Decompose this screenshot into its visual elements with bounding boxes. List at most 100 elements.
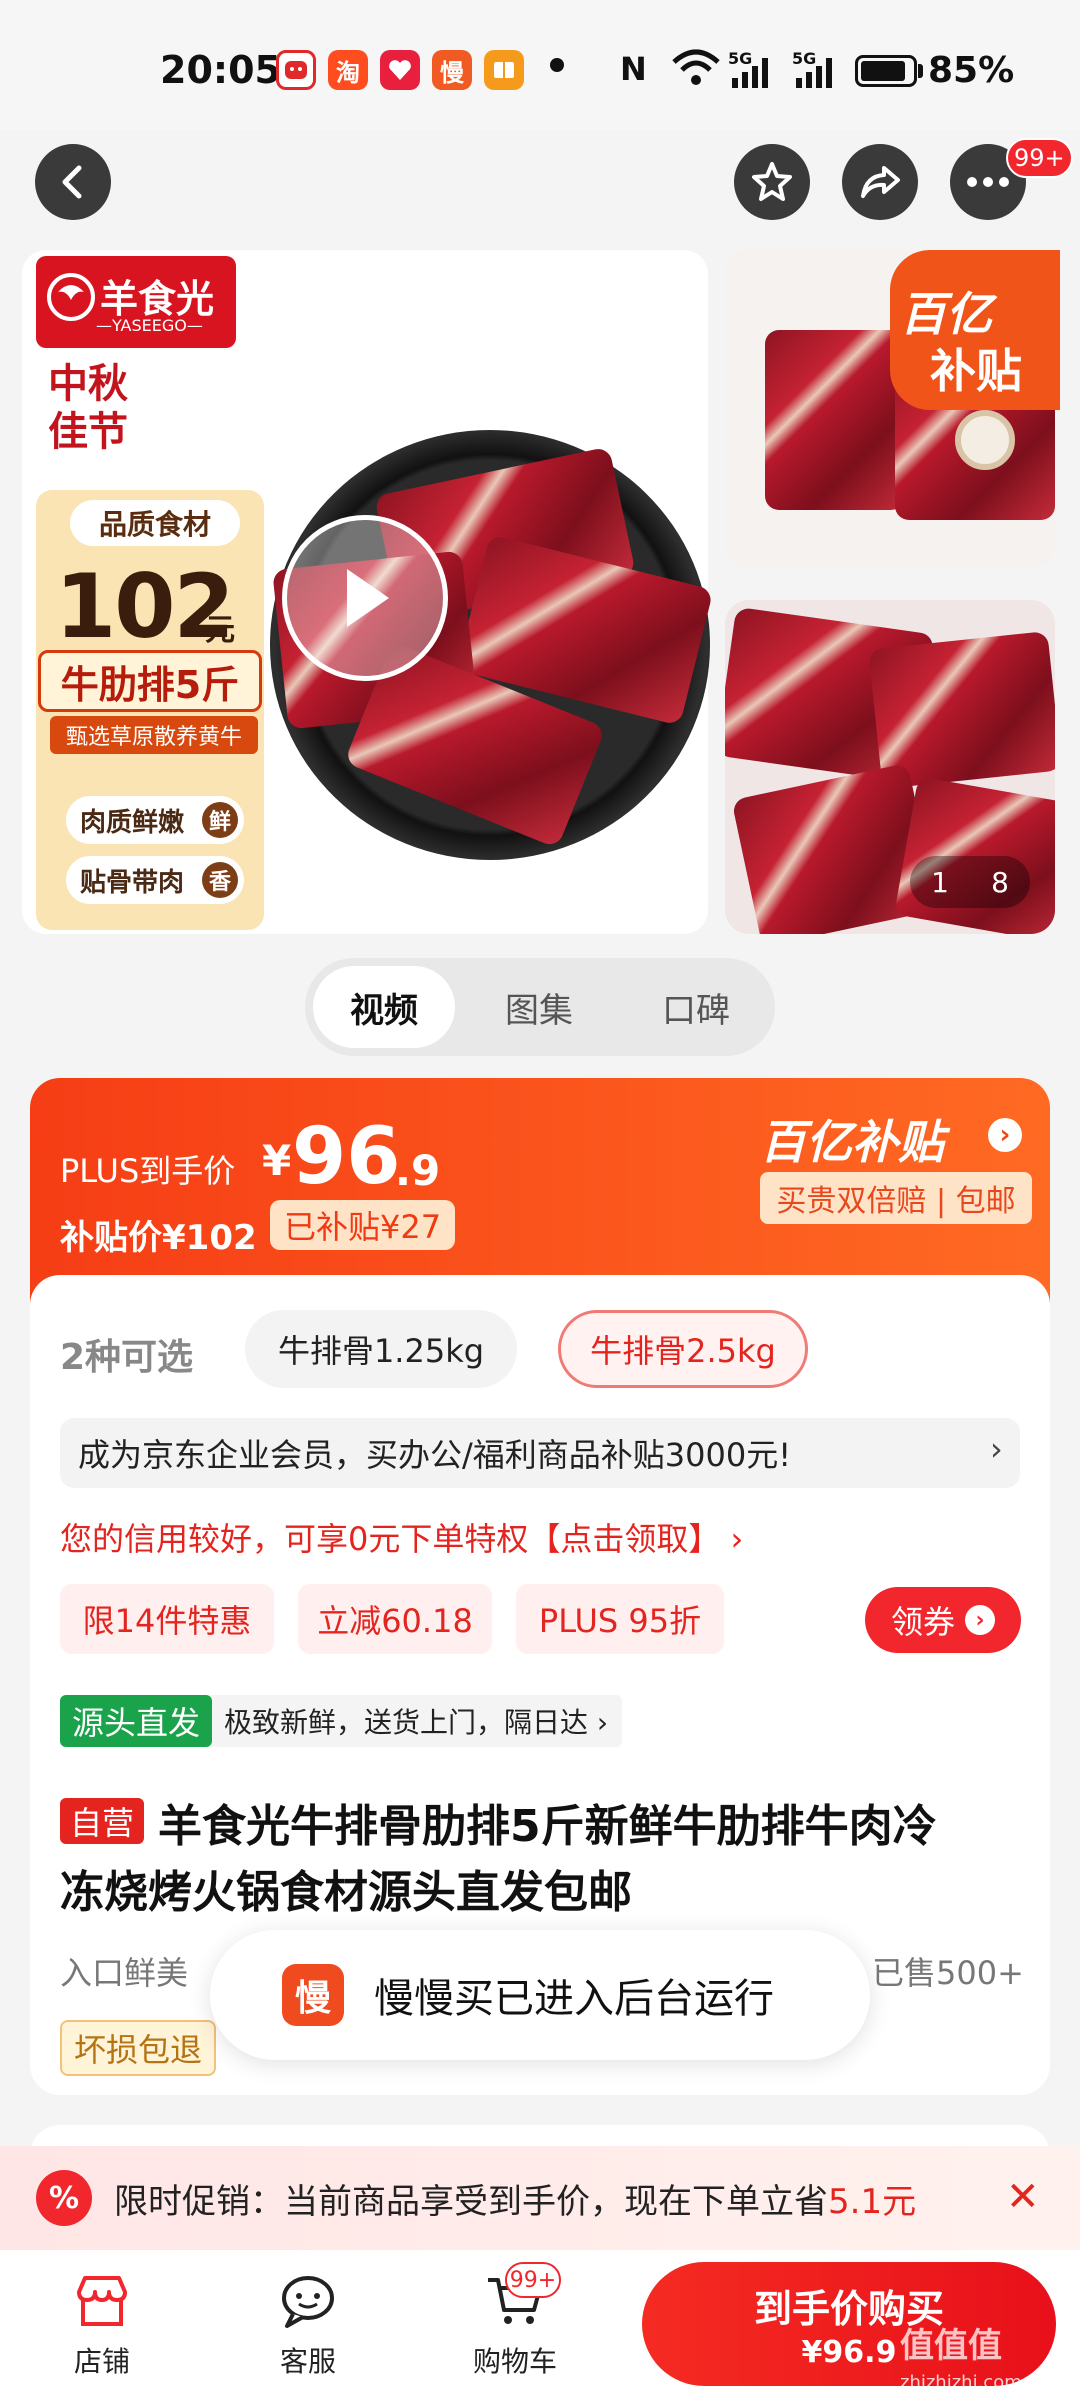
festival-line: 佳节 [48, 409, 128, 455]
signal-icon: 5G [728, 49, 768, 88]
poster-tag-mark: 香 [202, 862, 238, 898]
svg-text:5G: 5G [792, 49, 816, 68]
share-icon [861, 166, 900, 198]
brand-name-en: —YASEEGO— [96, 316, 203, 335]
poster-tag-text: 贴骨带肉 [80, 867, 185, 898]
plus-price-decimal: .9 [395, 1146, 441, 1195]
plus-price-integer: 96 [292, 1112, 401, 1202]
option-count: 2种可选 [60, 1337, 194, 1378]
bone-marrow-image [955, 410, 1015, 470]
image-counter-current: 1 [931, 865, 949, 899]
promo-chip[interactable]: 限14件特惠 [60, 1584, 274, 1654]
more-notifications-dot [550, 58, 564, 72]
watermark: 值值值 [900, 2326, 1002, 2366]
tab-video[interactable]: 视频 [313, 966, 455, 1048]
tab-gallery[interactable]: 图集 [468, 966, 610, 1048]
ram-logo-icon [47, 273, 95, 321]
store-label: 店铺 [73, 2345, 130, 2378]
app-notification-icon [380, 50, 420, 90]
promo-banner[interactable]: % 限时促销：当前商品享受到手价，现在下单立省5.1元 [0, 2146, 1080, 2250]
poster-tag-mark: 鲜 [202, 802, 238, 838]
taobao-notification-icon: 淘 [328, 50, 368, 90]
reader-notification-icon [484, 50, 524, 90]
cart-label: 购物车 [472, 2345, 557, 2378]
guarantee-badge: 坏损包退 [60, 2020, 217, 2076]
customer-service-button[interactable]: 客服 [248, 2270, 368, 2390]
chevron-right-icon: › [990, 1430, 1003, 1468]
cart-count-badge: 99+ [505, 2262, 561, 2298]
coupon-label: 领券 [890, 1603, 955, 1641]
option-1-25kg[interactable]: 牛排骨1.25kg [245, 1310, 517, 1388]
service-label: 客服 [279, 2345, 336, 2378]
sold-count: 已售500+ [872, 1954, 1024, 1992]
buy-button-price: ¥96.9 [801, 2335, 897, 2370]
promo-chip[interactable]: 立减60.18 [298, 1584, 492, 1654]
svg-text:5G: 5G [728, 49, 752, 68]
product-title-line2: 冻烧烤火锅食材源头直发包邮 [60, 1867, 632, 1918]
poster-quality-label: 品质食材 [70, 500, 240, 546]
poster-tag: 贴骨带肉香 [66, 856, 244, 904]
option-2-5kg[interactable]: 牛排骨2.5kg [558, 1310, 808, 1388]
back-button[interactable] [35, 144, 111, 220]
poster-tag-text: 肉质鲜嫩 [80, 807, 185, 838]
promo-message: 限时促销：当前商品享受到手价，现在下单立省 [114, 2181, 828, 2222]
star-icon [752, 162, 792, 201]
promo-chip[interactable]: PLUS 95折 [516, 1584, 724, 1654]
subsidy-price: 补贴价¥102 [60, 1218, 257, 1258]
store-button[interactable]: 店铺 [42, 2270, 162, 2390]
message-count-badge: 99+ [1006, 138, 1073, 178]
source-shipping-row[interactable]: 源头直发 极致新鲜，送货上门，隔日达 › [60, 1695, 623, 1747]
subsidized-badge: 已补贴¥27 [270, 1200, 456, 1250]
plus-price-currency: ¥ [262, 1136, 292, 1185]
manmanmai-notification-icon: 慢 [432, 50, 472, 90]
status-time: 20:05 [160, 48, 281, 92]
chevron-right-icon: › [965, 1605, 995, 1635]
promo-amount: 5.1元 [828, 2181, 917, 2222]
credit-privilege-link[interactable]: 您的信用较好，可享0元下单特权【点击领取】 › [60, 1514, 743, 1560]
enterprise-banner[interactable]: 成为京东企业会员，买办公/福利商品补贴3000元! [60, 1418, 1020, 1488]
favorite-button[interactable] [734, 144, 810, 220]
subsidy-ribbon-line2: 补贴 [930, 344, 1022, 398]
image-counter: 1 8 [910, 856, 1030, 908]
more-dots-icon [967, 177, 1009, 187]
source-text: 极致新鲜，送货上门，隔日达 › [224, 1706, 609, 1739]
festival-text: 中秋 佳节 [48, 360, 178, 510]
discount-icon: % [36, 2170, 92, 2226]
chat-bubble-icon [282, 2276, 334, 2328]
tab-reviews[interactable]: 口碑 [625, 966, 767, 1048]
chevron-right-icon[interactable]: › [988, 1118, 1022, 1152]
product-title-line1: 羊食光牛排骨肋排5斤新鲜牛肋排牛肉冷 [158, 1801, 937, 1852]
poster-product-sub: 甄选草原散养黄牛 [50, 716, 258, 754]
subsidy-brand-link[interactable]: 百亿补贴 [760, 1106, 944, 1172]
rib-meat-image [765, 330, 905, 510]
battery-percent: 85% [928, 50, 1015, 91]
self-operated-tag: 自营 [60, 1798, 145, 1844]
battery-tip [918, 64, 923, 78]
play-video-button[interactable] [282, 515, 448, 681]
signal-icon: 5G [792, 49, 832, 88]
get-coupon-button[interactable]: 领券 › [865, 1587, 1021, 1653]
chevron-left-icon [62, 165, 82, 199]
brand-name: 羊食光 [100, 277, 215, 321]
poster-tag: 肉质鲜嫩鲜 [66, 796, 244, 844]
battery-level [861, 61, 905, 81]
manmanmai-app-icon: 慢 [282, 1964, 344, 2026]
poster-product-label: 牛肋排5斤 [38, 650, 262, 712]
wifi-icon [672, 49, 720, 85]
image-counter-total: 8 [991, 865, 1009, 899]
promo-text: 限时促销：当前商品享受到手价，现在下单立省5.1元 [114, 2174, 916, 2223]
app-notification-icon [276, 50, 316, 90]
nfc-icon: N [620, 50, 647, 88]
close-icon[interactable]: ✕ [1006, 2174, 1040, 2220]
background-toast: 慢 慢慢买已进入后台运行 [210, 1930, 870, 2060]
source-tag: 源头直发 [60, 1695, 213, 1747]
share-button[interactable] [842, 144, 918, 220]
plus-price-label: PLUS到手价 [60, 1152, 236, 1190]
toast-message: 慢慢买已进入后台运行 [374, 1976, 774, 2022]
store-icon [77, 2276, 127, 2326]
play-icon [347, 569, 389, 627]
brand-logo: 羊食光 —YASEEGO— [36, 256, 236, 348]
product-attributes: 入口鲜美 [60, 1954, 189, 1992]
festival-line: 中秋 [48, 361, 128, 407]
poster-price-unit: 元 [205, 613, 235, 648]
